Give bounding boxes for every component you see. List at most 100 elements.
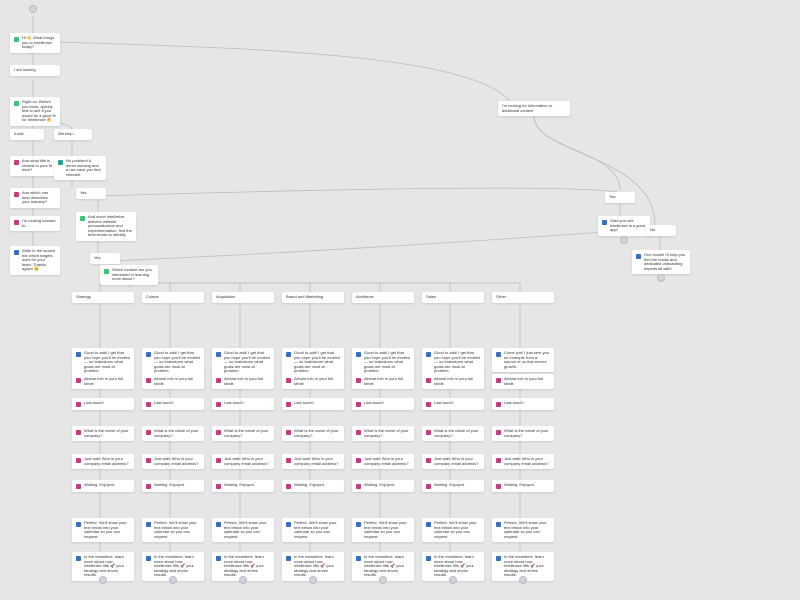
- field-node[interactable]: What is the name of your company?: [142, 426, 204, 441]
- field-node[interactable]: Last touch!: [282, 398, 344, 410]
- field-node[interactable]: Almost info in your full stride: [72, 374, 134, 389]
- field-node[interactable]: Just wait! Who is your company email add…: [352, 454, 414, 469]
- field-icon: [216, 484, 221, 489]
- link-node[interactable]: Good to add! I get that you hope you'll …: [282, 348, 344, 377]
- answer-node[interactable]: Yes: [90, 253, 120, 264]
- link-node[interactable]: Good to add! I get that you hope you'll …: [352, 348, 414, 377]
- link-node[interactable]: Perfect. We'll show your text below into…: [282, 518, 344, 542]
- message-icon: [80, 216, 85, 221]
- node-label: Just wait! Who is your company email add…: [434, 457, 480, 466]
- link-node[interactable]: Perfect. We'll show your text below into…: [422, 518, 484, 542]
- field-icon: [76, 458, 81, 463]
- field-node[interactable]: Just wait! Who is your company email add…: [492, 454, 554, 469]
- category-header-node[interactable]: Culture: [142, 292, 204, 303]
- field-node[interactable]: Last touch!: [72, 398, 134, 410]
- field-node[interactable]: What is the name of your company?: [212, 426, 274, 441]
- field-icon: [286, 430, 291, 435]
- bot-message-node[interactable]: Right on. Before you book, quickly test …: [10, 97, 60, 126]
- field-node[interactable]: Waiting. Enjoyed.: [282, 480, 344, 492]
- field-node[interactable]: Almost info in your full stride: [422, 374, 484, 389]
- node-label: Almost info in your full stride: [224, 377, 270, 386]
- bot-message-node[interactable]: And since Intellimize delivers website p…: [76, 212, 136, 241]
- field-node[interactable]: I'm looking forward to...: [10, 216, 60, 231]
- link-node[interactable]: Come join! I just sent you an example fr…: [492, 348, 554, 372]
- link-node[interactable]: One buckle I'll help you find the books …: [632, 250, 690, 274]
- link-node[interactable]: Good to add! I get that you hope you'll …: [212, 348, 274, 377]
- answer-node[interactable]: Yes: [605, 192, 635, 203]
- answer-node[interactable]: Yes: [76, 188, 106, 199]
- field-node[interactable]: What is the name of your company?: [72, 426, 134, 441]
- category-header-node[interactable]: Brand and Marketing: [282, 292, 344, 303]
- field-node[interactable]: Almost info in your full stride: [352, 374, 414, 389]
- field-node[interactable]: Just wait! Who is your company email add…: [282, 454, 344, 469]
- node-label: Just wait! Who is your company email add…: [224, 457, 270, 466]
- field-node[interactable]: Almost info in your full stride: [212, 374, 274, 389]
- link-node[interactable]: Perfect. We'll show your text below into…: [142, 518, 204, 542]
- field-node[interactable]: And what title is closest to your fit he…: [10, 156, 60, 176]
- field-node[interactable]: What is the name of your company?: [352, 426, 414, 441]
- field-node[interactable]: Just wait! Who is your company email add…: [72, 454, 134, 469]
- root-question-node[interactable]: Hi 👋 What brings you to Intellimize toda…: [10, 33, 60, 53]
- link-node[interactable]: Good to add! I get that you hope you'll …: [142, 348, 204, 377]
- category-header-node[interactable]: Acquisition: [212, 292, 274, 303]
- start-node-icon: [29, 5, 37, 13]
- field-node[interactable]: Last touch!: [492, 398, 554, 410]
- field-icon: [286, 458, 291, 463]
- field-node[interactable]: Waiting. Enjoyed.: [422, 480, 484, 492]
- node-label: Just wait! Who is your company email add…: [294, 457, 340, 466]
- module-question-node[interactable]: Which module are you interested in learn…: [100, 265, 158, 285]
- node-label: What is the name of your company?: [294, 429, 340, 438]
- field-node[interactable]: Last touch!: [212, 398, 274, 410]
- field-node[interactable]: And which one best describes your indust…: [10, 188, 60, 208]
- field-node[interactable]: Last touch!: [352, 398, 414, 410]
- field-icon: [146, 458, 151, 463]
- link-node[interactable]: Perfect. We'll show your text below into…: [72, 518, 134, 542]
- link-node[interactable]: Perfect. We'll show your text below into…: [352, 518, 414, 542]
- node-label: Last touch!: [364, 401, 384, 406]
- field-node[interactable]: Last touch!: [142, 398, 204, 410]
- link-icon: [146, 352, 151, 357]
- info-node[interactable]: No problem! A demo working and a use cas…: [54, 156, 106, 180]
- node-label: Almost info in your full stride: [84, 377, 130, 386]
- category-header-node[interactable]: Strategy: [72, 292, 134, 303]
- answer-node[interactable]: We help...: [54, 129, 92, 140]
- answer-node[interactable]: I am looking: [10, 65, 60, 76]
- field-node[interactable]: Just wait! Who is your company email add…: [422, 454, 484, 469]
- link-node[interactable]: Perfect. We'll show your text below into…: [212, 518, 274, 542]
- category-header-node[interactable]: Architects: [352, 292, 414, 303]
- answer-node[interactable]: I'm looking for information or additiona…: [498, 101, 570, 116]
- node-label: Yes: [609, 195, 616, 200]
- link-icon: [636, 254, 641, 259]
- link-node[interactable]: Glad you see Intellimize is a good app!: [598, 216, 650, 236]
- answer-node[interactable]: A site: [10, 129, 44, 140]
- field-node[interactable]: Almost info in your full stride: [142, 374, 204, 389]
- link-node[interactable]: Write in the search bar which targets wo…: [10, 246, 60, 275]
- field-node[interactable]: What is the name of your company?: [492, 426, 554, 441]
- field-node[interactable]: Waiting. Enjoyed.: [212, 480, 274, 492]
- field-node[interactable]: What is the name of your company?: [422, 426, 484, 441]
- node-label: Almost info in your full stride: [364, 377, 410, 386]
- category-header-node[interactable]: Sales: [422, 292, 484, 303]
- node-label: Acquisition: [216, 295, 235, 300]
- field-node[interactable]: Just wait! Who is your company email add…: [142, 454, 204, 469]
- field-node[interactable]: Waiting. Enjoyed.: [492, 480, 554, 492]
- field-node[interactable]: Last touch!: [422, 398, 484, 410]
- field-node[interactable]: Waiting. Enjoyed.: [352, 480, 414, 492]
- field-node[interactable]: Just wait! Who is your company email add…: [212, 454, 274, 469]
- field-node[interactable]: Waiting. Enjoyed.: [72, 480, 134, 492]
- field-node[interactable]: What is the name of your company?: [282, 426, 344, 441]
- link-node[interactable]: Perfect. We'll show your text below into…: [492, 518, 554, 542]
- field-icon: [496, 458, 501, 463]
- link-node[interactable]: Good to add! I get that you hope you'll …: [72, 348, 134, 377]
- answer-node[interactable]: No: [646, 225, 676, 236]
- node-label: Last touch!: [154, 401, 174, 406]
- end-node-icon: [379, 576, 387, 584]
- field-icon: [356, 430, 361, 435]
- link-node[interactable]: Good to add! I get that you hope you'll …: [422, 348, 484, 377]
- field-node[interactable]: Waiting. Enjoyed.: [142, 480, 204, 492]
- field-node[interactable]: Almost info in your full stride: [282, 374, 344, 389]
- node-label: Almost info in your full stride: [504, 377, 550, 386]
- category-header-node[interactable]: Other: [492, 292, 554, 303]
- field-node[interactable]: Almost info in your full stride: [492, 374, 554, 389]
- node-label: And since Intellimize delivers website p…: [88, 215, 132, 238]
